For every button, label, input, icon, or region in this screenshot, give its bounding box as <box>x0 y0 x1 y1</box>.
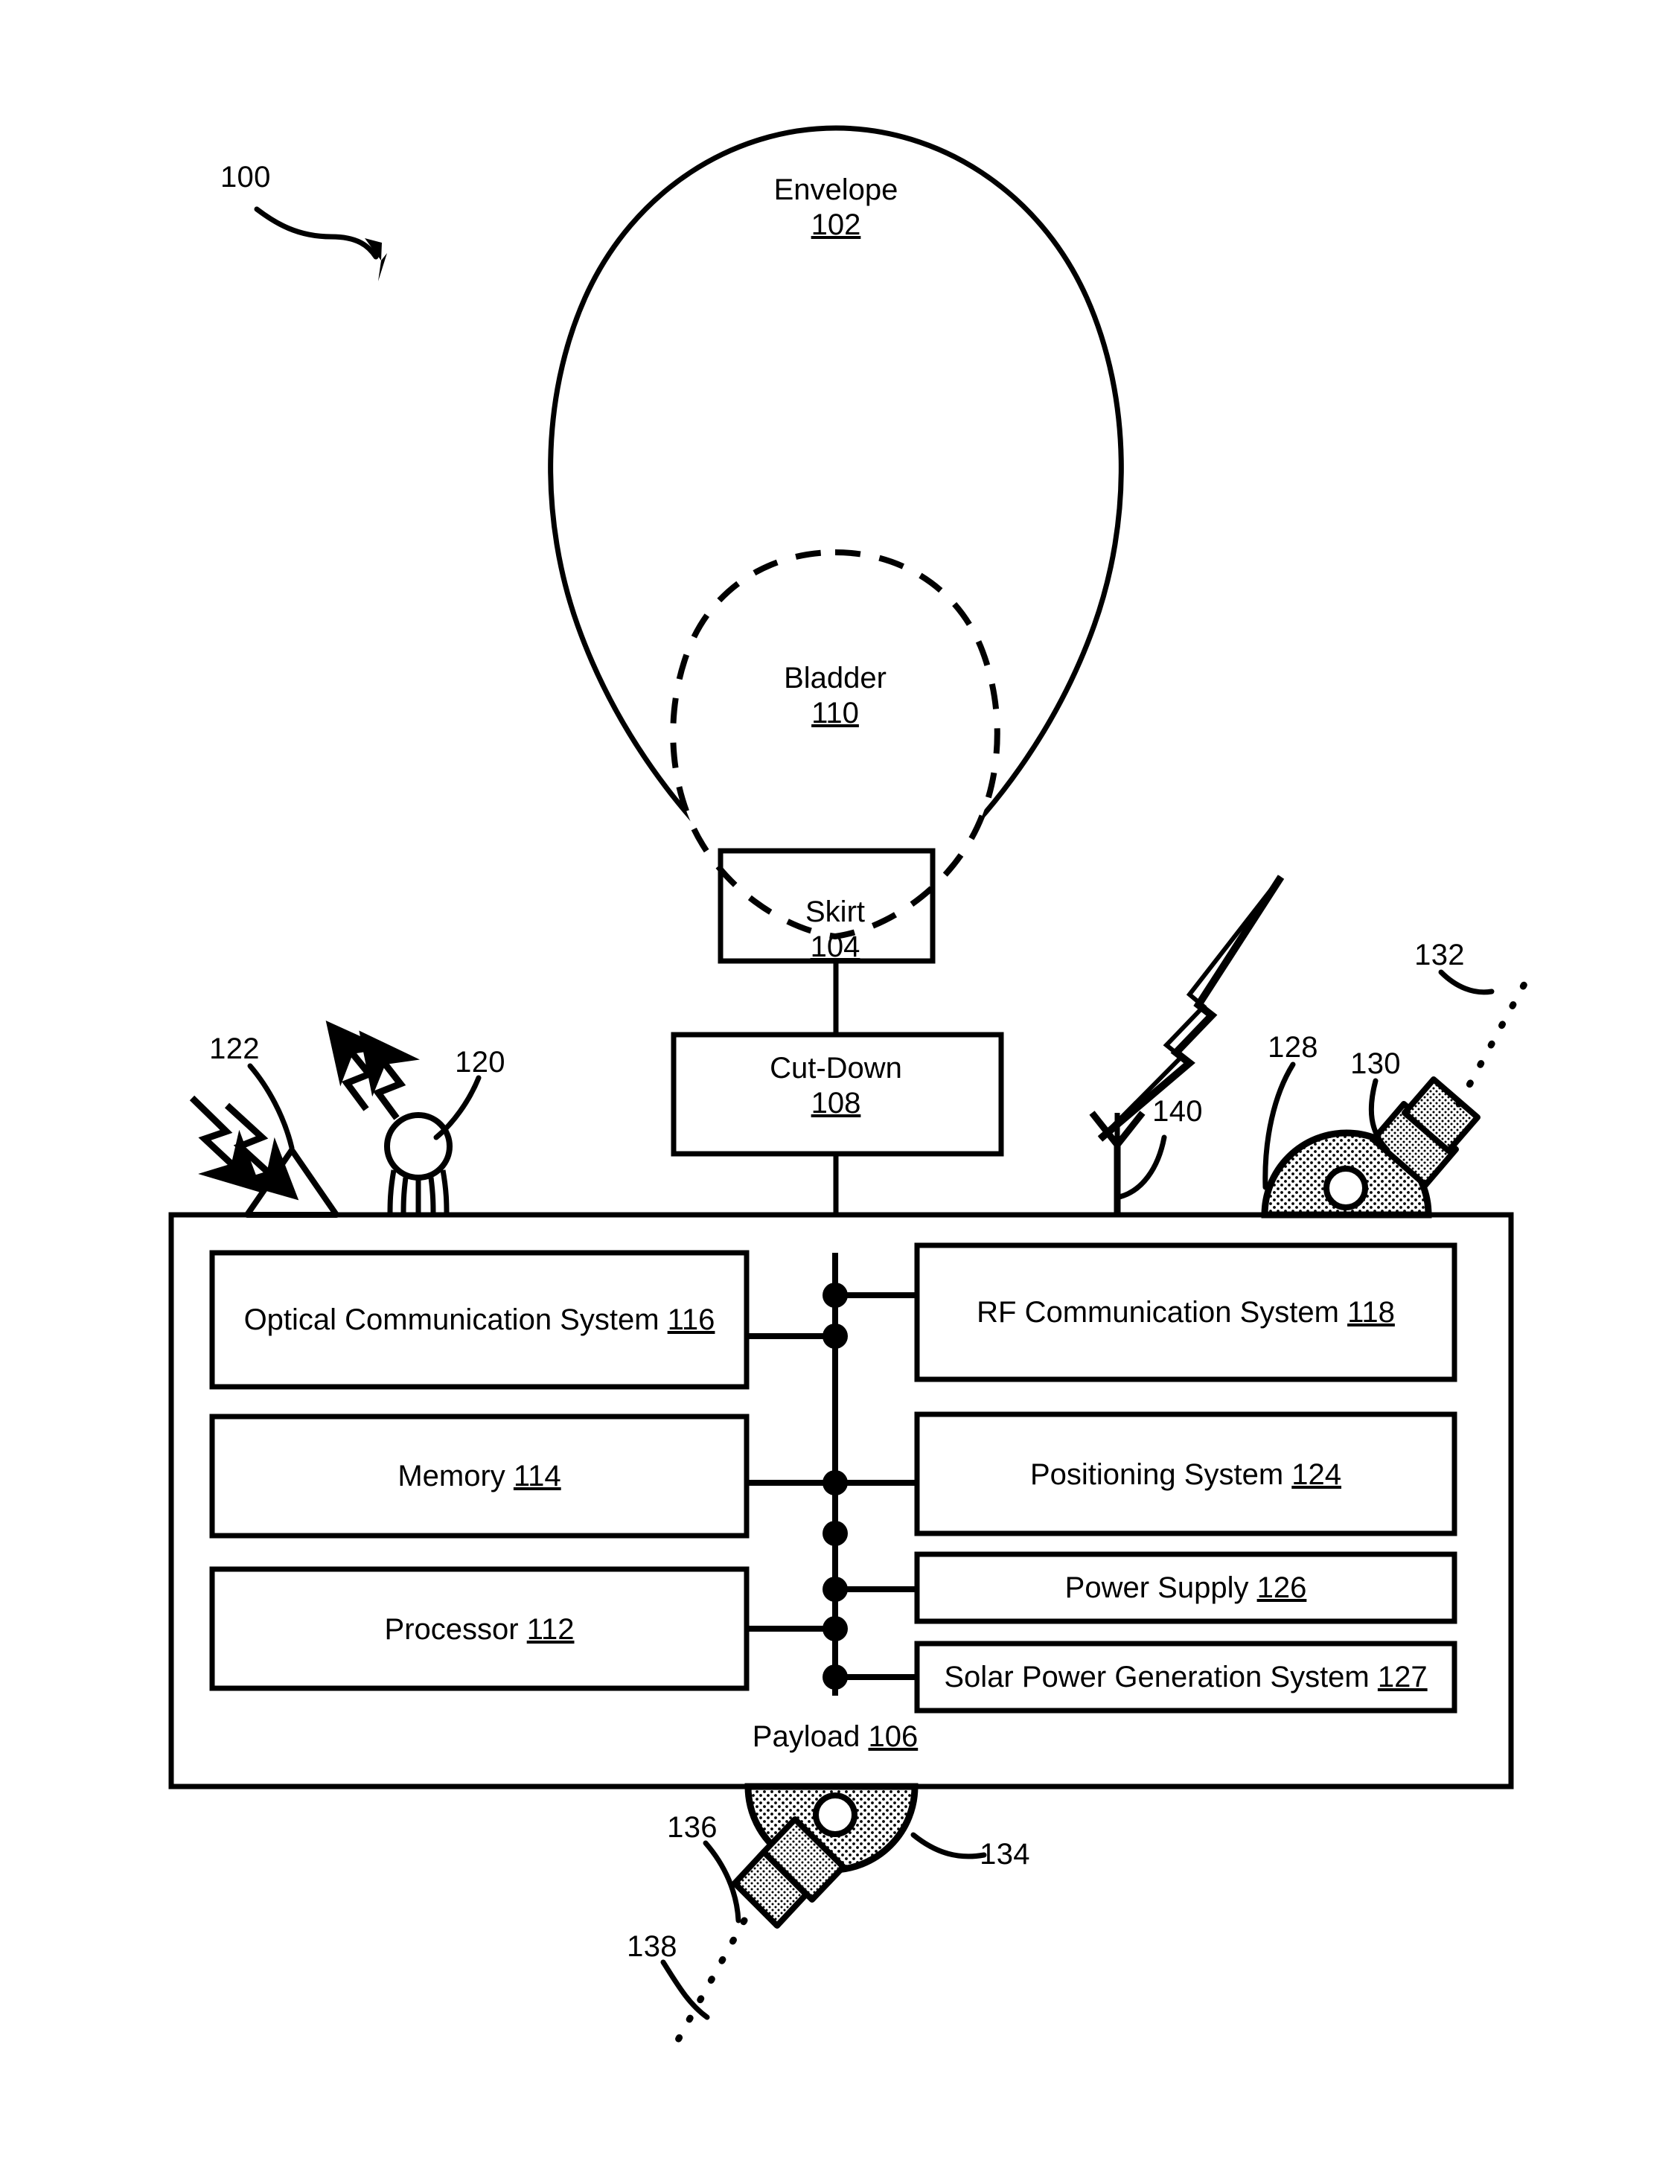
envelope-label-text: Envelope <box>773 173 898 206</box>
memory-text: Memory <box>397 1460 505 1492</box>
bladder-label-text: Bladder <box>784 662 887 695</box>
bladder-label: Bladder 110 <box>784 661 887 731</box>
leader-120 <box>433 1075 482 1140</box>
optical-communication-system-text: Optical Communication System <box>243 1303 659 1336</box>
bladder-label-num: 110 <box>811 697 859 730</box>
envelope-label: Envelope 102 <box>774 173 898 243</box>
memory-label[interactable]: Memory 114 <box>397 1459 560 1494</box>
patent-figure-sheet: 100 Envelope 102 Bladder 110 Skirt 104 C… <box>0 0 1680 2184</box>
rf-communication-system-text: RF Communication System <box>977 1296 1339 1329</box>
processor-label[interactable]: Processor 112 <box>385 1612 575 1647</box>
cutdown-label-text: Cut-Down <box>770 1052 902 1085</box>
figure-ref-100: 100 <box>220 161 271 194</box>
skirt-label-num: 104 <box>810 930 860 964</box>
rf-communication-system-label[interactable]: RF Communication System 118 <box>977 1295 1395 1330</box>
rf-antenna-icon <box>1089 1111 1146 1215</box>
positioning-system-label[interactable]: Positioning System 124 <box>1030 1457 1341 1492</box>
leader-140 <box>1117 1134 1167 1200</box>
outgoing-optical-rays-icon <box>325 1021 421 1120</box>
optical-transmitter-icon <box>384 1112 453 1216</box>
callout-122: 122 <box>209 1032 260 1065</box>
callout-128: 128 <box>1268 1031 1318 1064</box>
leader-134 <box>910 1832 987 1859</box>
callout-134: 134 <box>980 1838 1030 1871</box>
memory-num: 114 <box>513 1460 561 1492</box>
solar-power-generation-system-text: Solar Power Generation System <box>944 1661 1370 1693</box>
power-supply-num: 126 <box>1256 1571 1307 1604</box>
callout-140: 140 <box>1152 1095 1203 1128</box>
cutdown-label-num: 108 <box>811 1087 861 1120</box>
processor-num: 112 <box>526 1613 575 1646</box>
callout-130: 130 <box>1350 1047 1401 1080</box>
callout-138: 138 <box>627 1930 677 1963</box>
payload-label-num: 106 <box>868 1720 919 1753</box>
callout-136: 136 <box>667 1811 718 1844</box>
skirt-label: Skirt 104 <box>805 895 865 965</box>
figure-ref-leader-100 <box>254 206 387 281</box>
skirt-label-text: Skirt <box>805 895 865 928</box>
payload-label: Payload 106 <box>753 1720 918 1754</box>
payload-internal-bus <box>747 1253 917 1696</box>
solar-power-generation-system-num: 127 <box>1377 1661 1428 1693</box>
solar-power-generation-system-label[interactable]: Solar Power Generation System 127 <box>944 1660 1427 1695</box>
leader-132 <box>1438 969 1495 995</box>
processor-text: Processor <box>384 1613 519 1646</box>
power-supply-text: Power Supply <box>1064 1571 1249 1604</box>
payload-label-text: Payload <box>752 1720 860 1753</box>
power-supply-label[interactable]: Power Supply 126 <box>1065 1571 1307 1606</box>
optical-communication-system-num: 116 <box>667 1303 715 1336</box>
callout-120: 120 <box>455 1046 505 1079</box>
cutdown-label: Cut-Down 108 <box>770 1051 902 1121</box>
leader-138 <box>660 1959 710 2020</box>
solar-panel-icon <box>244 1147 339 1218</box>
rf-communication-system-num: 118 <box>1347 1296 1395 1329</box>
positioning-system-num: 124 <box>1291 1458 1342 1491</box>
positioning-system-text: Positioning System <box>1029 1458 1284 1491</box>
incoming-solar-rays-icon <box>189 1095 299 1201</box>
envelope-label-num: 102 <box>811 208 861 242</box>
callout-132: 132 <box>1414 939 1465 971</box>
optical-communication-system-label[interactable]: Optical Communication System 116 <box>244 1303 715 1338</box>
